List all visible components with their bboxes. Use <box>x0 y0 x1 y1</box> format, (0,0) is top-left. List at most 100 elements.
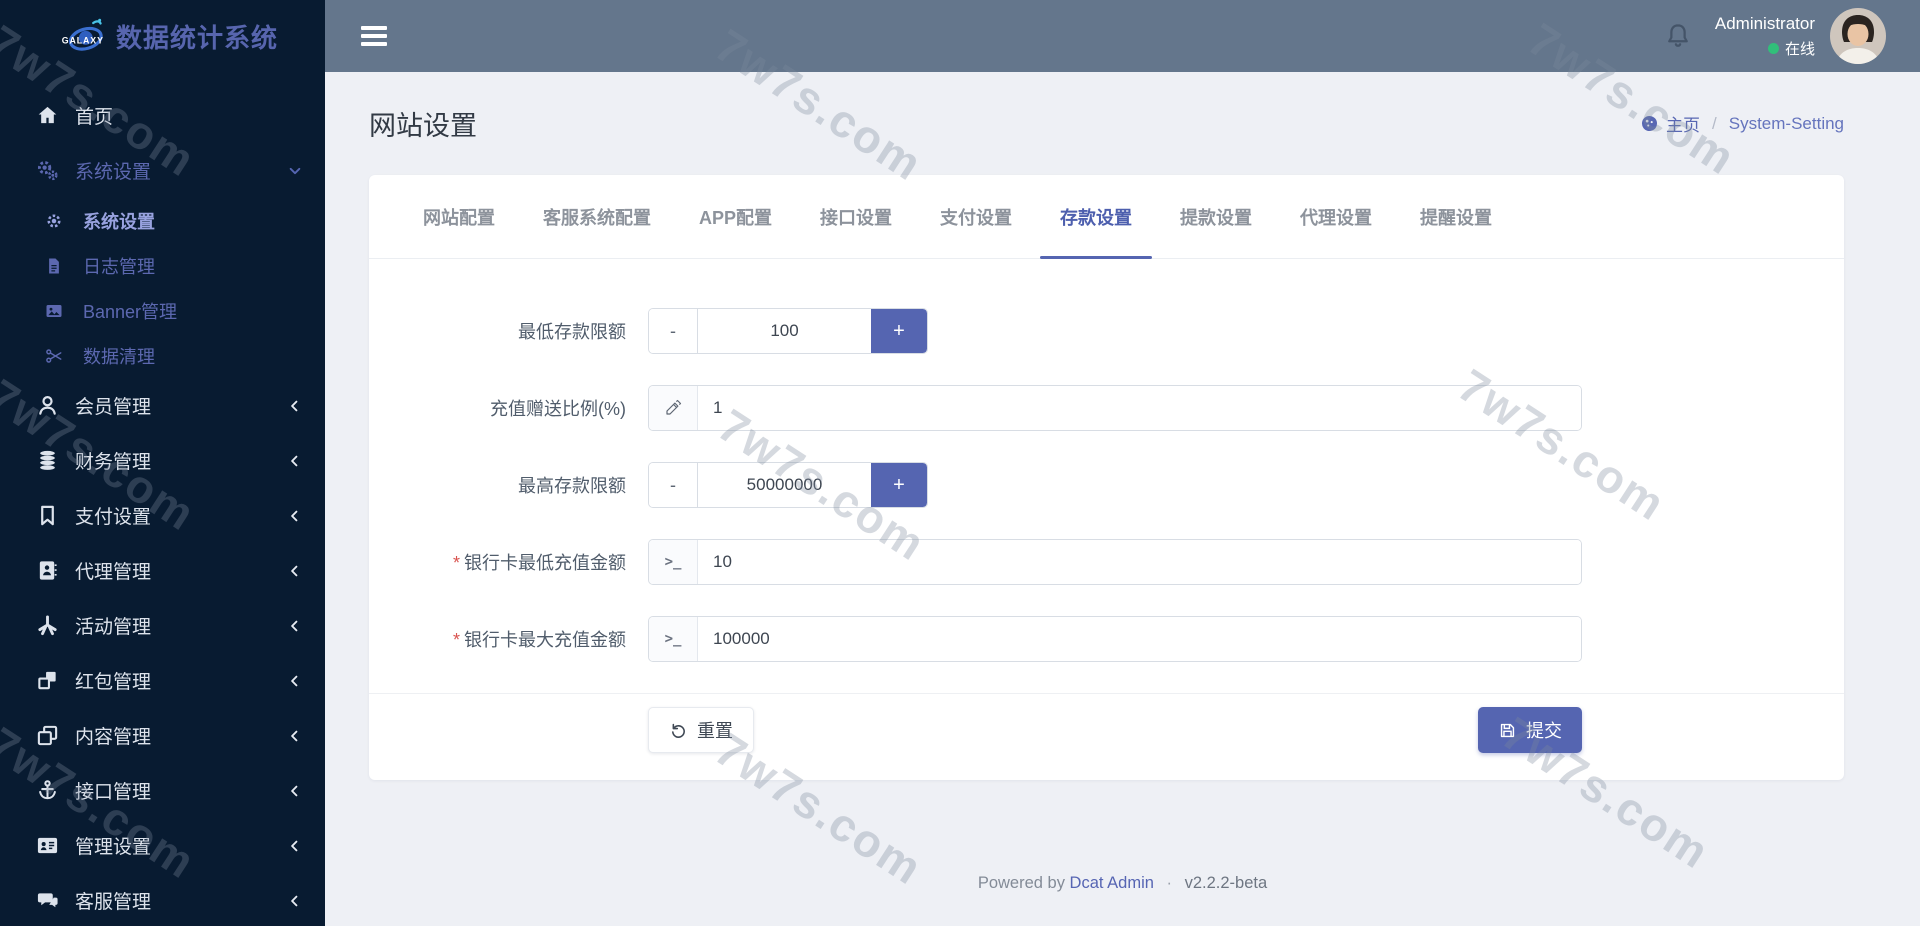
tab-agent-settings[interactable]: 代理设置 <box>1276 175 1396 258</box>
sidebar-item-redpacket-management[interactable]: 红包管理 <box>0 653 325 708</box>
breadcrumb-home-link[interactable]: 主页 <box>1666 111 1700 136</box>
chevron-left-icon <box>287 398 303 414</box>
chevron-left-icon <box>287 838 303 854</box>
online-status-dot <box>1767 43 1779 54</box>
user-icon <box>33 394 61 418</box>
sidebar: GALAXY 数据统计系统 首页 系统设置 系统设置 日志管理 Banner管理… <box>0 0 325 926</box>
stepper-plus-button[interactable]: + <box>871 309 927 353</box>
powered-by-text: Powered by <box>977 874 1065 892</box>
settings-card: 网站配置 客服系统配置 APP配置 接口设置 支付设置 存款设置 提款设置 代理… <box>369 175 1844 780</box>
user-info[interactable]: Administrator 在线 <box>1715 13 1815 59</box>
sidebar-item-agent-management[interactable]: 代理管理 <box>0 543 325 598</box>
chevron-left-icon <box>287 728 303 744</box>
footer-version: v2.2.2-beta <box>1184 874 1268 892</box>
terminal-icon: >_ <box>649 540 698 584</box>
tab-api-settings[interactable]: 接口设置 <box>796 175 916 258</box>
cubes-icon <box>33 669 61 693</box>
image-icon <box>44 299 64 323</box>
bankcard-min-input[interactable] <box>698 540 1581 584</box>
tab-customer-service-config[interactable]: 客服系统配置 <box>519 175 675 258</box>
field-bankcard-min-recharge: * 银行卡最低充值金额 >_ <box>369 539 1844 585</box>
reset-button[interactable]: 重置 <box>648 707 754 753</box>
stepper-plus-button[interactable]: + <box>871 463 927 507</box>
tab-reminder-settings[interactable]: 提醒设置 <box>1396 175 1516 258</box>
bookmark-icon <box>33 504 61 528</box>
required-asterisk: * <box>452 630 460 650</box>
terminal-icon: >_ <box>649 617 698 661</box>
chevron-left-icon <box>287 508 303 524</box>
sidebar-item-activity-management[interactable]: 活动管理 <box>0 598 325 653</box>
stepper-minus-button[interactable]: - <box>649 463 698 507</box>
dcat-admin-link[interactable]: Dcat Admin <box>1070 874 1154 892</box>
avatar[interactable] <box>1830 8 1886 64</box>
max-deposit-stepper: - + <box>648 462 928 508</box>
sidebar-item-member-management[interactable]: 会员管理 <box>0 378 325 433</box>
tab-site-config[interactable]: 网站配置 <box>399 175 519 258</box>
galaxy-logo-icon: GALAXY <box>62 18 103 51</box>
stepper-minus-button[interactable]: - <box>649 309 698 353</box>
sidebar-subitem-log-management[interactable]: 日志管理 <box>0 243 325 288</box>
chevron-left-icon <box>287 453 303 469</box>
max-deposit-input[interactable] <box>698 463 871 507</box>
tab-withdrawal-settings[interactable]: 提款设置 <box>1156 175 1276 258</box>
topbar: Administrator 在线 <box>325 0 1920 72</box>
page-title: 网站设置 <box>369 111 477 141</box>
recharge-bonus-input[interactable] <box>698 386 1581 430</box>
sidebar-item-admin-settings[interactable]: 管理设置 <box>0 818 325 873</box>
sidebar-menu: 首页 系统设置 系统设置 日志管理 Banner管理 数据清理 会员管理 财务管… <box>0 72 325 926</box>
sidebar-subitem-system-settings[interactable]: 系统设置 <box>0 198 325 243</box>
brand-title: 数据统计系统 <box>116 22 279 53</box>
breadcrumb-separator: / <box>1712 113 1717 133</box>
chevron-down-icon <box>287 163 303 179</box>
sidebar-item-api-management[interactable]: 接口管理 <box>0 763 325 818</box>
file-icon <box>44 254 64 278</box>
footer-separator: · <box>1166 874 1173 892</box>
tab-bar: 网站配置 客服系统配置 APP配置 接口设置 支付设置 存款设置 提款设置 代理… <box>369 175 1844 259</box>
user-name: Administrator <box>1714 14 1815 33</box>
field-bankcard-max-recharge: * 银行卡最大充值金额 >_ <box>369 616 1844 662</box>
id-card-icon <box>33 834 61 858</box>
sidebar-item-system-settings[interactable]: 系统设置 <box>0 143 325 198</box>
chevron-left-icon <box>287 618 303 634</box>
sidebar-subitem-data-cleanup[interactable]: 数据清理 <box>0 333 325 378</box>
topbar-right: Administrator 在线 <box>1663 8 1920 64</box>
tab-payment-settings[interactable]: 支付设置 <box>916 175 1036 258</box>
breadcrumb: 主页 / System-Setting <box>1640 111 1844 136</box>
scissors-icon <box>44 344 64 368</box>
sidebar-item-payment-settings[interactable]: 支付设置 <box>0 488 325 543</box>
clone-icon <box>33 724 61 748</box>
chevron-left-icon <box>287 563 303 579</box>
pencil-icon <box>649 386 698 430</box>
tab-app-config[interactable]: APP配置 <box>675 175 796 258</box>
user-status-label: 在线 <box>1784 41 1815 58</box>
min-deposit-stepper: - + <box>648 308 928 354</box>
menu-toggle-button[interactable] <box>361 24 391 48</box>
sidebar-subitem-banner-management[interactable]: Banner管理 <box>0 288 325 333</box>
sidebar-item-finance-management[interactable]: 财务管理 <box>0 433 325 488</box>
field-min-deposit-limit: 最低存款限额 - + <box>369 308 1844 354</box>
asterisk-burst-icon <box>33 614 61 638</box>
save-icon <box>1500 723 1515 737</box>
undo-icon <box>672 723 685 738</box>
form-actions: 重置 提交 <box>369 694 1844 753</box>
page-head: 网站设置 主页 / System-Setting <box>325 72 1920 175</box>
recharge-bonus-group <box>648 385 1582 431</box>
bankcard-max-input[interactable] <box>698 617 1581 661</box>
brand[interactable]: GALAXY 数据统计系统 <box>0 0 325 72</box>
gear-icon <box>44 209 64 233</box>
min-deposit-input[interactable] <box>698 309 871 353</box>
database-icon <box>33 449 61 473</box>
tab-deposit-settings[interactable]: 存款设置 <box>1036 175 1156 259</box>
bell-icon[interactable] <box>1663 21 1693 51</box>
field-max-deposit-limit: 最高存款限额 - + <box>369 462 1844 508</box>
submit-button[interactable]: 提交 <box>1478 707 1582 753</box>
gears-icon <box>33 159 61 183</box>
footer: Powered by Dcat Admin · v2.2.2-beta <box>325 874 1920 893</box>
sidebar-item-customer-service[interactable]: 客服管理 <box>0 873 325 926</box>
anchor-icon <box>33 779 61 803</box>
required-asterisk: * <box>452 553 460 573</box>
sidebar-item-home[interactable]: 首页 <box>0 88 325 143</box>
deposit-settings-form: 最低存款限额 - + 充值赠送比例(%) <box>369 259 1844 753</box>
sidebar-item-content-management[interactable]: 内容管理 <box>0 708 325 763</box>
bankcard-max-group: >_ <box>648 616 1582 662</box>
